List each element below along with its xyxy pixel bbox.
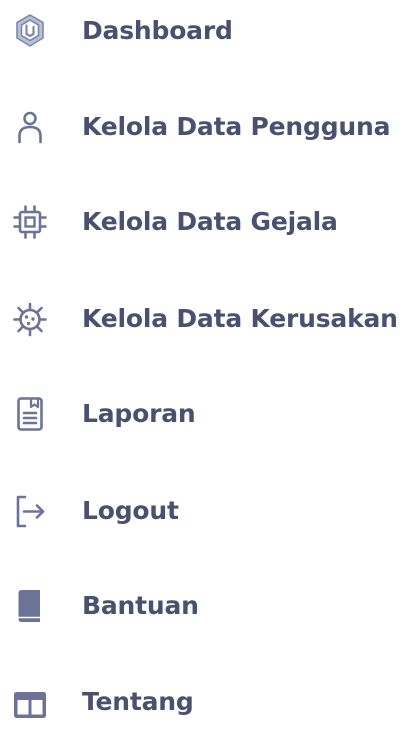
sidebar-item-bantuan[interactable]: Bantuan (0, 576, 404, 636)
report-icon (10, 394, 50, 434)
sidebar-item-logout[interactable]: Logout (0, 481, 404, 541)
sidebar-item-tentang[interactable]: Tentang (0, 672, 404, 732)
sidebar-item-kelola-data-pengguna[interactable]: Kelola Data Pengguna (0, 97, 404, 157)
sidebar-item-kelola-data-gejala[interactable]: Kelola Data Gejala (0, 192, 404, 252)
chip-icon (10, 202, 50, 242)
layers-logo-icon (10, 11, 50, 51)
logout-icon (10, 491, 50, 531)
sidebar-item-label: Bantuan (82, 591, 199, 620)
virus-icon (10, 299, 50, 339)
sidebar-item-dashboard[interactable]: Dashboard (0, 1, 404, 61)
sidebar-item-laporan[interactable]: Laporan (0, 384, 404, 444)
sidebar-item-label: Tentang (82, 687, 194, 716)
sidebar-item-label: Kelola Data Gejala (82, 207, 338, 236)
sidebar-item-label: Laporan (82, 399, 196, 428)
sidebar-nav: Dashboard Kelola Data Pengguna Kelola Da… (0, 0, 404, 721)
sidebar-item-label: Kelola Data Kerusakan (82, 304, 398, 333)
sidebar-item-label: Logout (82, 496, 179, 525)
sidebar-item-kelola-data-kerusakan[interactable]: Kelola Data Kerusakan (0, 289, 404, 349)
sidebar-item-label: Dashboard (82, 16, 233, 45)
layout-icon (10, 682, 50, 722)
sidebar-item-label: Kelola Data Pengguna (82, 112, 391, 141)
book-icon (10, 586, 50, 626)
user-icon (10, 107, 50, 147)
